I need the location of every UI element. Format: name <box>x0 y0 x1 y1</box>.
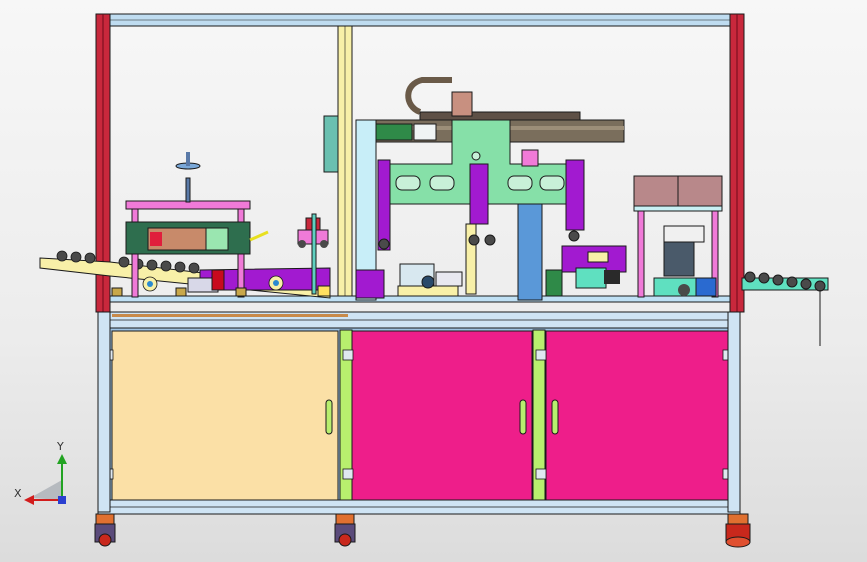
view-triad <box>24 454 67 505</box>
cad-viewport[interactable]: Y X <box>0 0 867 562</box>
bowl-feeder <box>633 175 723 298</box>
work-plate <box>109 295 731 303</box>
door-yellow[interactable] <box>111 330 339 502</box>
door-handle[interactable] <box>519 399 527 435</box>
cabinet <box>97 311 741 515</box>
door-magenta-right[interactable] <box>545 330 730 502</box>
cable-chain <box>419 111 581 121</box>
axis-x-label: X <box>14 487 22 500</box>
right-station <box>545 245 627 297</box>
door-magenta-left[interactable] <box>351 330 533 502</box>
caster-wheel <box>334 513 356 547</box>
casters <box>94 513 751 548</box>
caster-wheel <box>725 513 751 548</box>
axis-y-label: Y <box>57 440 64 453</box>
door-handle[interactable] <box>325 399 333 435</box>
caster-wheel <box>94 513 116 547</box>
machine-drawing <box>24 13 829 548</box>
door-handle[interactable] <box>551 399 559 435</box>
right-conveyor <box>741 271 829 346</box>
